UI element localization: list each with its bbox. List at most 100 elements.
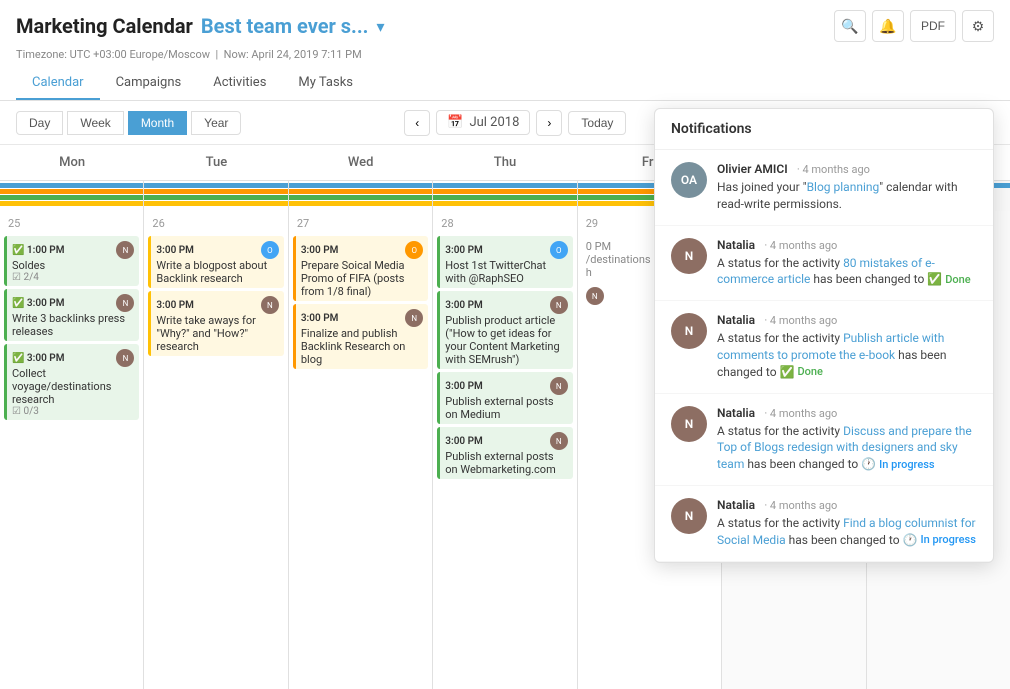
header-title: Marketing Calendar Best team ever s... ▾ [16, 14, 385, 38]
day-cell-tue[interactable]: 26 3:00 PM O Write a blogpost about Back… [144, 211, 287, 689]
notif-content-5: Natalia · 4 months ago A status for the … [717, 498, 977, 549]
notif-text-1: Has joined your "Blog planning" calendar… [717, 179, 977, 213]
notif-time-3: · 4 months ago [764, 314, 837, 327]
day-view-button[interactable]: Day [16, 111, 63, 135]
date-navigator: ‹ 📅 Jul 2018 › Today [404, 110, 626, 136]
notif-avatar-2: N [671, 238, 707, 274]
header-mon: Mon [0, 145, 144, 180]
notif-content-2: Natalia · 4 months ago A status for the … [717, 238, 977, 289]
notification-item-3[interactable]: N Natalia · 4 months ago A status for th… [655, 301, 993, 393]
timezone-info: Timezone: UTC +03:00 Europe/Moscow | Now… [16, 48, 994, 61]
avatar-product: N [550, 296, 568, 314]
event-takeaways[interactable]: 3:00 PM N Write take aways for "Why?" an… [148, 291, 283, 356]
avatar-finalize: N [405, 309, 423, 327]
day-number-thu: 28 [437, 215, 572, 232]
event-finalize[interactable]: 3:00 PM N Finalize and publish Backlink … [293, 304, 428, 369]
notif-time-2: · 4 months ago [764, 239, 837, 252]
header-thu: Thu [433, 145, 577, 180]
bar-blue [0, 183, 143, 188]
notif-user-5: Natalia [717, 498, 755, 512]
notification-item-1[interactable]: OA Olivier AMICI · 4 months ago Has join… [655, 150, 993, 226]
header-actions: 🔍 🔔 PDF ⚙ [834, 10, 994, 42]
dropdown-icon[interactable]: ▾ [376, 17, 384, 36]
avatar-webmarketing: N [550, 432, 568, 450]
avatar-backlinks: N [116, 294, 134, 312]
notif-user-2: Natalia [717, 238, 755, 252]
notif-avatar-1: OA [671, 162, 707, 198]
event-webmarketing[interactable]: 3:00 PM N Publish external posts on Webm… [437, 427, 572, 479]
week-view-button[interactable]: Week [67, 111, 123, 135]
day-cell-mon[interactable]: 25 ✅ 1:00 PM N Soldes ☑ 2/4 ✅ 3:00 PM N … [0, 211, 143, 689]
header-tue: Tue [144, 145, 288, 180]
notif-time-1: · 4 months ago [797, 163, 870, 176]
notif-time-4: · 4 months ago [764, 407, 837, 420]
bar-yellow [0, 201, 143, 206]
notification-item-2[interactable]: N Natalia · 4 months ago A status for th… [655, 226, 993, 302]
notif-link-2[interactable]: 80 mistakes of e-commerce article [717, 256, 935, 287]
notif-avatar-4: N [671, 406, 707, 442]
search-button[interactable]: 🔍 [834, 10, 866, 42]
thu-color-bars [433, 181, 576, 211]
app-title: Marketing Calendar [16, 14, 193, 38]
day-cell-wed[interactable]: 27 3:00 PM O Prepare Soical Media Promo … [289, 211, 432, 689]
current-month-display: 📅 Jul 2018 [436, 110, 530, 135]
notification-item-5[interactable]: N Natalia · 4 months ago A status for th… [655, 486, 993, 562]
team-title: Best team ever s... [201, 14, 369, 38]
event-soldes[interactable]: ✅ 1:00 PM N Soldes ☑ 2/4 [4, 236, 139, 286]
avatar-takeaways: N [261, 296, 279, 314]
event-collect[interactable]: ✅ 3:00 PM N Collect voyage/destinations … [4, 344, 139, 420]
notif-text-3: A status for the activity Publish articl… [717, 330, 977, 380]
event-medium[interactable]: 3:00 PM N Publish external posts on Medi… [437, 372, 572, 424]
mon-color-bars [0, 181, 143, 211]
status-done-3: ✅ Done [780, 364, 823, 381]
event-twitter[interactable]: 3:00 PM O Host 1st TwitterChat with @Rap… [437, 236, 572, 288]
event-product[interactable]: 3:00 PM N Publish product article ("How … [437, 291, 572, 369]
notif-user-1: Olivier AMICI [717, 162, 788, 176]
notif-avatar-3: N [671, 313, 707, 349]
event-blogpost[interactable]: 3:00 PM O Write a blogpost about Backlin… [148, 236, 283, 288]
event-backlinks[interactable]: ✅ 3:00 PM N Write 3 backlinks press rele… [4, 289, 139, 341]
header-top: Marketing Calendar Best team ever s... ▾… [16, 10, 994, 42]
bar-orange [0, 189, 143, 194]
tab-calendar[interactable]: Calendar [16, 67, 100, 100]
notifications-panel: Notifications OA Olivier AMICI · 4 month… [654, 108, 994, 563]
status-done-2: ✅ Done [927, 271, 970, 288]
year-view-button[interactable]: Year [191, 111, 241, 135]
notif-time-5: · 4 months ago [764, 499, 837, 512]
tab-my-tasks[interactable]: My Tasks [282, 67, 369, 100]
tab-campaigns[interactable]: Campaigns [100, 67, 198, 100]
avatar-fifa: O [405, 241, 423, 259]
avatar-blogpost: O [261, 241, 279, 259]
event-fifa[interactable]: 3:00 PM O Prepare Soical Media Promo of … [293, 236, 428, 301]
view-switcher: Day Week Month Year [16, 111, 241, 135]
tab-activities[interactable]: Activities [197, 67, 282, 100]
avatar-soldes: N [116, 241, 134, 259]
notif-content-3: Natalia · 4 months ago A status for the … [717, 313, 977, 380]
notif-text-5: A status for the activity Find a blog co… [717, 515, 977, 549]
day-number-tue: 26 [148, 215, 283, 232]
notif-avatar-5: N [671, 498, 707, 534]
prev-month-button[interactable]: ‹ [404, 110, 430, 136]
notif-link-1[interactable]: Blog planning [807, 180, 880, 194]
notif-text-4: A status for the activity Discuss and pr… [717, 423, 977, 473]
notif-user-3: Natalia [717, 313, 755, 327]
month-view-button[interactable]: Month [128, 111, 187, 135]
settings-button[interactable]: ⚙ [962, 10, 994, 42]
pdf-button[interactable]: PDF [910, 10, 956, 42]
day-number-wed: 27 [293, 215, 428, 232]
day-cell-thu[interactable]: 28 3:00 PM O Host 1st TwitterChat with @… [433, 211, 576, 689]
notification-item-4[interactable]: N Natalia · 4 months ago A status for th… [655, 394, 993, 486]
avatar-medium: N [550, 377, 568, 395]
status-progress-5: 🕐 In progress [903, 532, 976, 549]
notif-link-3[interactable]: Publish article with comments to promote… [717, 331, 944, 362]
bar-green [0, 195, 143, 200]
nav-tabs: Calendar Campaigns Activities My Tasks [16, 67, 994, 100]
today-button[interactable]: Today [568, 111, 626, 135]
notif-content-4: Natalia · 4 months ago A status for the … [717, 406, 977, 473]
status-progress-4: 🕐 In progress [861, 456, 934, 473]
notif-user-4: Natalia [717, 406, 755, 420]
next-month-button[interactable]: › [536, 110, 562, 136]
notif-text-2: A status for the activity 80 mistakes of… [717, 255, 977, 289]
notification-button[interactable]: 🔔 [872, 10, 904, 42]
notifications-list: OA Olivier AMICI · 4 months ago Has join… [655, 150, 993, 562]
